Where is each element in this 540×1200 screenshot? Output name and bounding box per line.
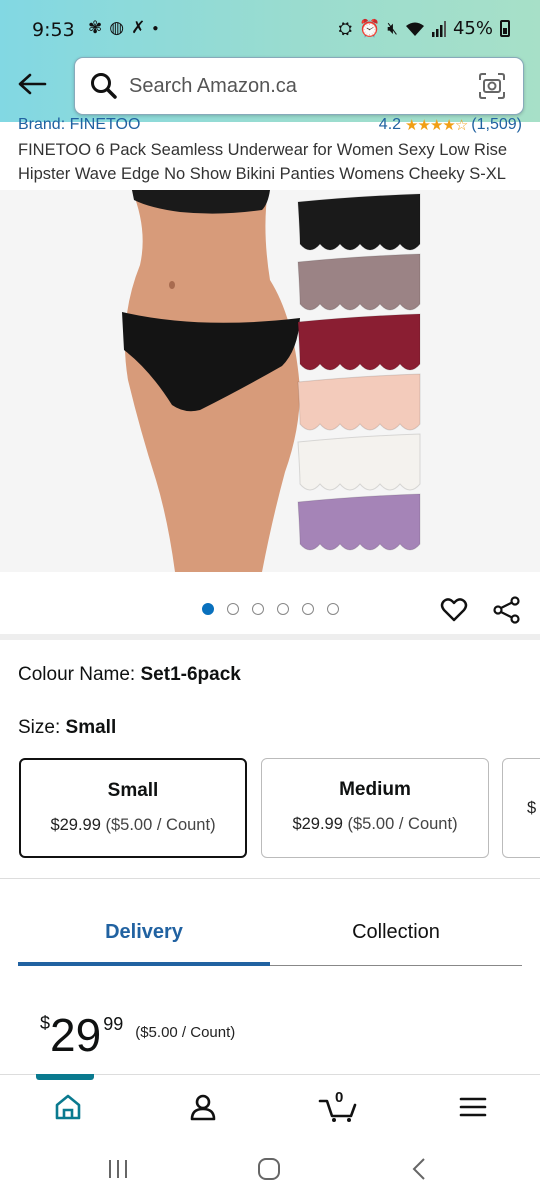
- recent-apps-icon: [109, 1160, 127, 1178]
- size-row: Size: Small: [18, 717, 116, 739]
- lock-icon: ⛭: [338, 18, 353, 38]
- back-chevron-icon: [412, 1158, 425, 1180]
- account-icon: [190, 1094, 215, 1121]
- price-per-unit: ($5.00 / Count): [135, 1024, 236, 1041]
- home-circle-icon: [258, 1158, 280, 1180]
- search-icon: [91, 73, 117, 99]
- price-currency: $: [40, 1013, 51, 1033]
- back-system-button[interactable]: [400, 1154, 440, 1184]
- size-option-medium[interactable]: Medium $29.99 ($5.00 / Count): [261, 758, 489, 858]
- share-icon[interactable]: [493, 596, 521, 624]
- colour-label: Colour Name:: [18, 664, 141, 685]
- size-option-large[interactable]: $: [502, 758, 540, 858]
- brand-rating-row: Brand: FINETOO 4.2 ★★★★☆ (1,509): [18, 112, 522, 134]
- nav-home[interactable]: [0, 1075, 135, 1139]
- rating-count: (1,509): [471, 116, 522, 133]
- size-price-value: $29.99: [292, 815, 343, 833]
- basketball-icon: ◍: [109, 18, 125, 37]
- image-dot[interactable]: [302, 603, 314, 615]
- nav-account[interactable]: [135, 1075, 270, 1139]
- image-pager[interactable]: [202, 603, 339, 615]
- battery-percent: 45%: [452, 18, 493, 39]
- bottom-navigation: 0: [0, 1074, 540, 1138]
- back-arrow-icon: [18, 73, 47, 95]
- alarm-icon: ⏰: [359, 18, 381, 38]
- size-price-value: $29.99: [50, 816, 101, 834]
- home-icon: [55, 1094, 80, 1120]
- home-system-button[interactable]: [249, 1154, 289, 1184]
- hamburger-menu-icon: [459, 1097, 486, 1117]
- size-unit-price: ($5.00 / Count): [105, 816, 216, 834]
- search-input[interactable]: Search Amazon.ca: [74, 57, 524, 115]
- divider: [0, 878, 540, 879]
- price-display: $ 29 99 ($5.00 / Count): [40, 1008, 235, 1062]
- image-dot[interactable]: [252, 603, 264, 615]
- rating-summary[interactable]: 4.2 ★★★★☆ (1,509): [379, 116, 522, 134]
- price-whole: 29: [50, 1009, 102, 1061]
- x-icon: ✗: [131, 18, 146, 37]
- product-image[interactable]: [0, 190, 540, 572]
- tab-collection[interactable]: Collection: [270, 900, 522, 966]
- colour-value: Set1-6pack: [140, 664, 241, 685]
- nav-cart[interactable]: 0: [270, 1075, 405, 1139]
- panty-swatch: [297, 253, 421, 311]
- size-value: Small: [65, 717, 117, 738]
- panty-swatch: [297, 193, 421, 251]
- camera-search-icon[interactable]: [477, 71, 507, 101]
- image-dot[interactable]: [277, 603, 289, 615]
- panty-swatch: [297, 373, 421, 431]
- nav-menu[interactable]: [405, 1075, 540, 1139]
- system-navigation-bar: [0, 1138, 540, 1200]
- pinwheel-icon: ✾: [88, 18, 103, 37]
- panty-swatch: [297, 313, 421, 371]
- status-right-icons: ⛭ ⏰ 🔇︎ 45%: [338, 18, 510, 39]
- star-rating-icon: ★★★★☆: [405, 116, 468, 134]
- fulfilment-tabs: Delivery Collection: [18, 900, 522, 966]
- wifi-icon: [405, 22, 424, 36]
- image-dot[interactable]: [227, 603, 239, 615]
- size-option-name: Small: [107, 780, 159, 801]
- size-option-price: $29.99 ($5.00 / Count): [262, 815, 488, 834]
- product-illustration: [122, 190, 421, 572]
- status-bar: 9:53 ✾ ◍ ✗ ● ⛭ ⏰ 🔇︎ 45%: [0, 0, 540, 58]
- rating-value: 4.2: [378, 116, 402, 133]
- status-left-icons: ✾ ◍ ✗ ●: [88, 18, 158, 38]
- tab-delivery[interactable]: Delivery: [18, 900, 270, 966]
- wishlist-heart-icon[interactable]: [440, 596, 468, 624]
- brand-link[interactable]: Brand: FINETOO: [18, 116, 140, 134]
- image-dot[interactable]: [202, 603, 214, 615]
- cart-count: 0: [335, 1089, 344, 1106]
- image-dot[interactable]: [327, 603, 339, 615]
- signal-icon: [431, 20, 446, 37]
- mute-icon: 🔇︎: [387, 18, 398, 38]
- size-option-small[interactable]: Small $29.99 ($5.00 / Count): [19, 758, 247, 858]
- panty-swatch: [297, 433, 421, 491]
- size-label: Size:: [18, 717, 66, 738]
- price-fraction: 99: [103, 1014, 124, 1034]
- battery-icon: [500, 20, 510, 37]
- size-price-value: $: [527, 799, 537, 817]
- size-option-price: $29.99 ($5.00 / Count): [21, 816, 245, 835]
- size-option-name: Medium: [339, 779, 411, 800]
- dot-icon: ●: [152, 22, 159, 34]
- search-placeholder: Search Amazon.ca: [129, 74, 297, 97]
- product-title: FINETOO 6 Pack Seamless Underwear for Wo…: [18, 141, 508, 183]
- status-time: 9:53: [32, 19, 75, 41]
- back-button[interactable]: [14, 66, 50, 102]
- size-option-price: $: [503, 799, 540, 818]
- panty-color-stack: [297, 193, 421, 551]
- size-unit-price: ($5.00 / Count): [347, 815, 458, 833]
- panty-swatch: [297, 493, 421, 551]
- colour-name-row: Colour Name: Set1-6pack: [18, 664, 241, 686]
- recent-apps-button[interactable]: [98, 1154, 138, 1184]
